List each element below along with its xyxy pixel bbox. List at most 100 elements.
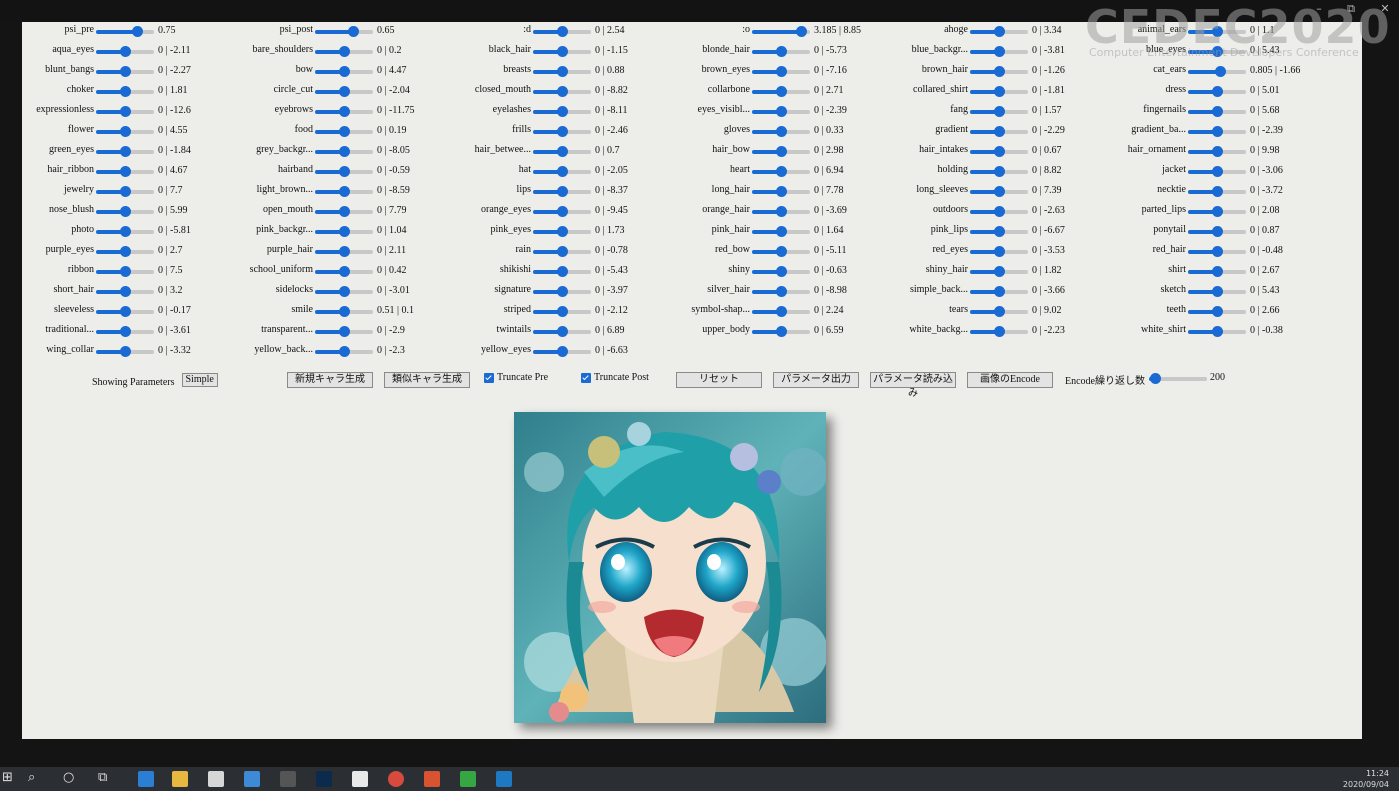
slider-thumb[interactable] [557,26,568,37]
parameter-slider[interactable] [533,166,591,177]
parameter-slider[interactable] [1188,126,1246,137]
slider-thumb[interactable] [776,286,787,297]
parameter-slider[interactable] [315,326,373,337]
parameter-slider[interactable] [752,326,810,337]
slider-thumb[interactable] [776,146,787,157]
slider-thumb[interactable] [339,146,350,157]
parameter-slider[interactable] [752,106,810,117]
slider-thumb[interactable] [557,266,568,277]
parameter-slider[interactable] [752,26,810,37]
slider-thumb[interactable] [1212,226,1223,237]
parameter-slider[interactable] [1188,26,1246,37]
mail-icon[interactable] [244,771,260,787]
slider-thumb[interactable] [339,66,350,77]
parameter-slider[interactable] [533,286,591,297]
parameter-slider[interactable] [752,146,810,157]
powerpoint-icon[interactable] [424,771,440,787]
slider-thumb[interactable] [557,226,568,237]
new-character-button[interactable]: 新規キャラ生成 [287,372,373,388]
parameter-slider[interactable] [96,246,154,257]
slider-thumb[interactable] [120,126,131,137]
parameter-slider[interactable] [970,46,1028,57]
parameter-slider[interactable] [1188,66,1246,77]
slider-thumb[interactable] [1212,246,1223,257]
edge-browser-icon[interactable] [138,771,154,787]
slider-thumb[interactable] [796,26,808,37]
slider-thumb[interactable] [994,246,1005,257]
parameter-slider[interactable] [315,346,373,357]
parameter-slider[interactable] [970,126,1028,137]
parameter-slider[interactable] [970,66,1028,77]
parameter-slider[interactable] [752,206,810,217]
truncate-pre-checkbox[interactable] [484,373,494,383]
slider-thumb[interactable] [1212,186,1223,197]
parameter-slider[interactable] [315,226,373,237]
slider-thumb[interactable] [339,186,350,197]
parameter-slider[interactable] [96,66,154,77]
cortana-icon[interactable]: ○ [63,770,74,785]
parameter-slider[interactable] [1188,226,1246,237]
slider-thumb[interactable] [1214,66,1226,77]
encode-iterations-slider[interactable] [1149,373,1207,384]
slider-thumb[interactable] [557,166,568,177]
slider-thumb[interactable] [994,126,1005,137]
file-explorer-icon[interactable] [172,771,188,787]
slider-thumb[interactable] [120,146,131,157]
parameter-slider[interactable] [752,246,810,257]
slider-thumb[interactable] [1149,373,1161,384]
media-player-icon[interactable] [496,771,512,787]
parameter-slider[interactable] [970,206,1028,217]
slider-thumb[interactable] [339,326,350,337]
slider-thumb[interactable] [120,326,131,337]
slider-thumb[interactable] [776,106,787,117]
slider-thumb[interactable] [1212,46,1223,57]
search-icon[interactable]: ⌕ [28,770,35,785]
slider-thumb[interactable] [1212,266,1223,277]
similar-character-button[interactable]: 類似キャラ生成 [384,372,470,388]
slider-thumb[interactable] [339,306,350,317]
parameter-slider[interactable] [96,226,154,237]
parameter-slider[interactable] [315,266,373,277]
parameter-slider[interactable] [533,106,591,117]
slider-thumb[interactable] [776,266,787,277]
parameter-slider[interactable] [96,146,154,157]
slider-thumb[interactable] [776,226,787,237]
slider-thumb[interactable] [339,226,350,237]
parameter-slider[interactable] [970,146,1028,157]
slider-thumb[interactable] [994,166,1005,177]
parameter-slider[interactable] [970,186,1028,197]
slider-thumb[interactable] [776,66,787,77]
slider-thumb[interactable] [120,266,131,277]
slider-thumb[interactable] [994,306,1005,317]
slider-thumb[interactable] [131,26,143,37]
slider-thumb[interactable] [120,226,131,237]
parameter-slider[interactable] [970,306,1028,317]
parameter-slider[interactable] [1188,206,1246,217]
slider-thumb[interactable] [339,126,350,137]
store-icon[interactable] [208,771,224,787]
parameter-slider[interactable] [96,186,154,197]
slider-thumb[interactable] [776,86,787,97]
slider-thumb[interactable] [994,86,1005,97]
parameter-slider[interactable] [315,126,373,137]
slider-thumb[interactable] [339,246,350,257]
parameter-slider[interactable] [1188,306,1246,317]
slider-thumb[interactable] [339,166,350,177]
slider-thumb[interactable] [339,286,350,297]
parameter-slider[interactable] [533,146,591,157]
minimize-button[interactable]: – [1310,2,1328,15]
parameter-slider[interactable] [533,306,591,317]
import-parameters-button[interactable]: パラメータ読み込み [870,372,956,399]
parameter-slider[interactable] [315,186,373,197]
parameter-slider[interactable] [1188,286,1246,297]
slider-thumb[interactable] [776,46,787,57]
parameter-slider[interactable] [315,286,373,297]
parameter-slider[interactable] [96,26,154,37]
parameter-slider[interactable] [970,86,1028,97]
parameter-slider[interactable] [96,346,154,357]
slider-thumb[interactable] [776,326,787,337]
slider-thumb[interactable] [557,306,568,317]
slider-thumb[interactable] [776,206,787,217]
slider-thumb[interactable] [120,166,131,177]
windows-start-icon[interactable]: ⊞ [2,770,13,785]
